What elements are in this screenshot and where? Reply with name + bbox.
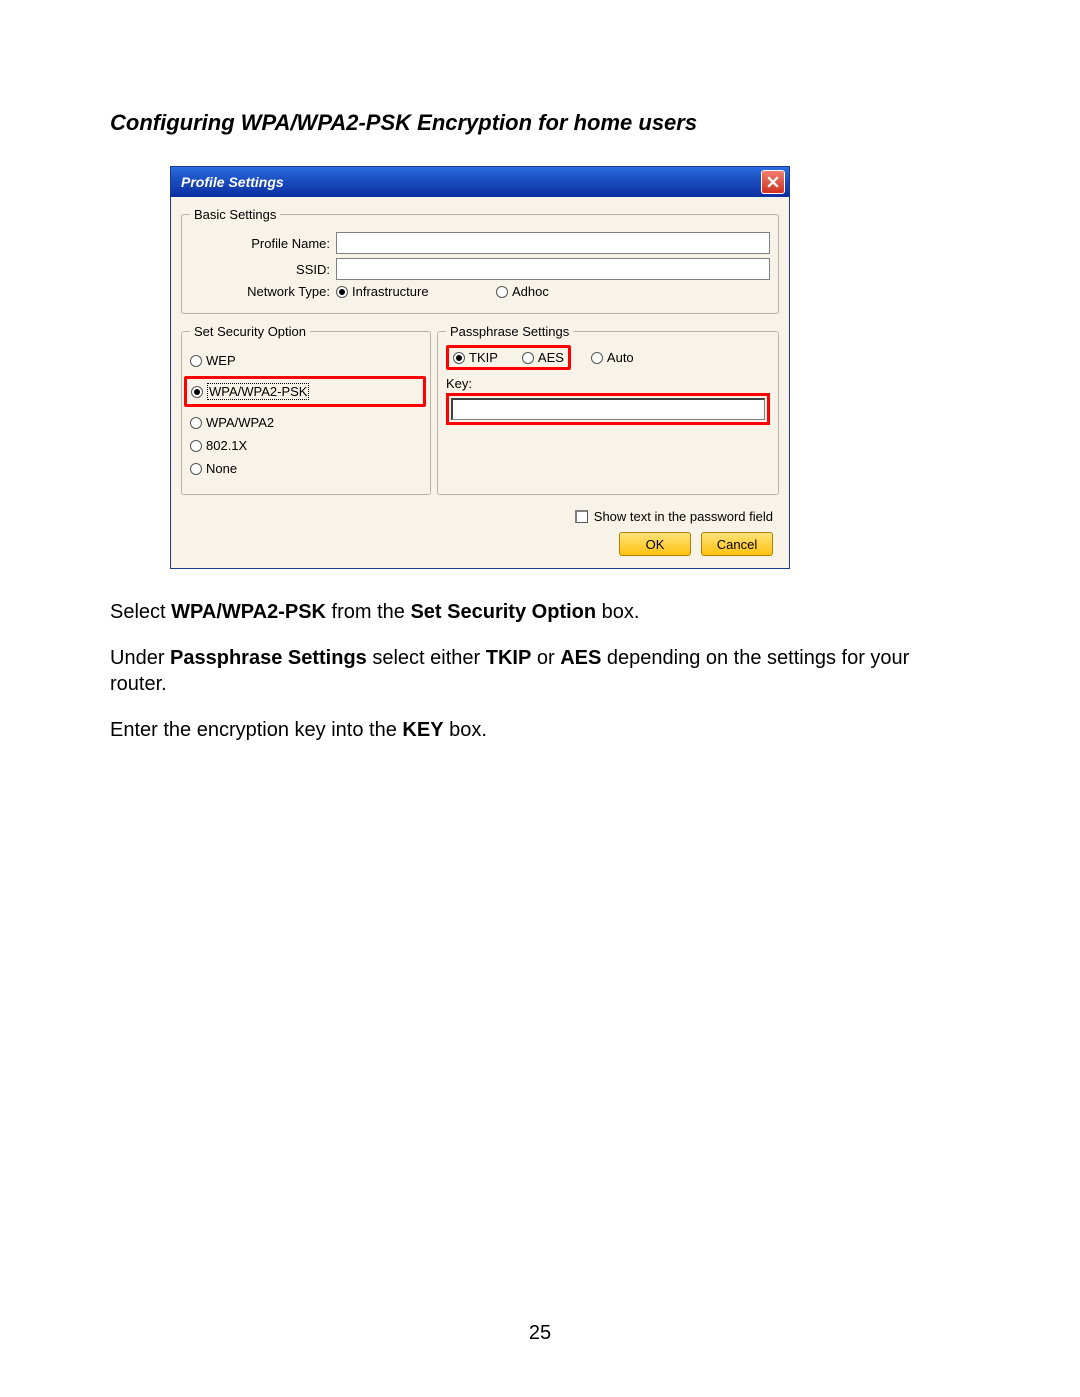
show-password-label: Show text in the password field <box>594 509 773 524</box>
security-wpa-wpa2[interactable]: WPA/WPA2 <box>190 415 422 430</box>
titlebar: Profile Settings <box>171 167 789 197</box>
radio-label: Auto <box>607 350 634 365</box>
close-button[interactable] <box>761 170 785 194</box>
passphrase-settings-group: Passphrase Settings TKIP AES <box>437 324 779 495</box>
instruction-3: Enter the encryption key into the KEY bo… <box>110 717 970 743</box>
encryption-tkip[interactable]: TKIP <box>453 350 498 365</box>
radio-icon <box>190 417 202 429</box>
dialog-screenshot: Profile Settings Basic Settings Profile … <box>170 166 970 569</box>
profile-settings-dialog: Profile Settings Basic Settings Profile … <box>170 166 790 569</box>
radio-icon <box>190 355 202 367</box>
ssid-label: SSID: <box>190 262 336 277</box>
network-type-label: Network Type: <box>190 284 336 299</box>
radio-label: TKIP <box>469 350 498 365</box>
highlight-key <box>446 393 770 425</box>
instruction-1: Select WPA/WPA2-PSK from the Set Securit… <box>110 599 970 625</box>
key-input[interactable] <box>451 398 765 420</box>
radio-label: WEP <box>206 353 236 368</box>
radio-label: AES <box>538 350 564 365</box>
encryption-aes[interactable]: AES <box>522 350 564 365</box>
radio-label: Adhoc <box>512 284 549 299</box>
key-label: Key: <box>446 376 770 391</box>
radio-label: 802.1X <box>206 438 247 453</box>
profile-name-input[interactable] <box>336 232 770 254</box>
security-option-legend: Set Security Option <box>190 324 310 339</box>
radio-icon <box>190 440 202 452</box>
ok-button[interactable]: OK <box>619 532 691 556</box>
radio-icon <box>453 352 465 364</box>
basic-settings-group: Basic Settings Profile Name: SSID: Netwo… <box>181 207 779 314</box>
security-none[interactable]: None <box>190 461 422 476</box>
network-type-infrastructure[interactable]: Infrastructure <box>336 284 496 299</box>
ssid-input[interactable] <box>336 258 770 280</box>
radio-label: None <box>206 461 237 476</box>
security-8021x[interactable]: 802.1X <box>190 438 422 453</box>
security-wpa-wpa2-psk[interactable]: WPA/WPA2-PSK <box>191 383 419 400</box>
security-wep[interactable]: WEP <box>190 353 422 368</box>
highlight-encryption: TKIP AES <box>446 345 571 370</box>
security-option-group: Set Security Option WEP WPA/WPA2-PSK <box>181 324 431 495</box>
radio-icon <box>191 386 203 398</box>
radio-icon <box>496 286 508 298</box>
cancel-button[interactable]: Cancel <box>701 532 773 556</box>
show-password-checkbox[interactable] <box>575 510 588 523</box>
encryption-auto[interactable]: Auto <box>591 350 634 365</box>
dialog-title: Profile Settings <box>181 174 284 190</box>
profile-name-label: Profile Name: <box>190 236 336 251</box>
radio-icon <box>336 286 348 298</box>
close-icon <box>767 176 779 188</box>
passphrase-settings-legend: Passphrase Settings <box>446 324 573 339</box>
radio-icon <box>522 352 534 364</box>
instruction-2: Under Passphrase Settings select either … <box>110 645 970 697</box>
page-number: 25 <box>0 1322 1080 1345</box>
highlight-wpa-psk: WPA/WPA2-PSK <box>184 376 426 407</box>
radio-label: Infrastructure <box>352 284 429 299</box>
radio-label: WPA/WPA2 <box>206 415 274 430</box>
radio-icon <box>591 352 603 364</box>
radio-label: WPA/WPA2-PSK <box>207 383 309 400</box>
basic-settings-legend: Basic Settings <box>190 207 280 222</box>
radio-icon <box>190 463 202 475</box>
section-heading: Configuring WPA/WPA2-PSK Encryption for … <box>110 110 970 136</box>
network-type-adhoc[interactable]: Adhoc <box>496 284 549 299</box>
